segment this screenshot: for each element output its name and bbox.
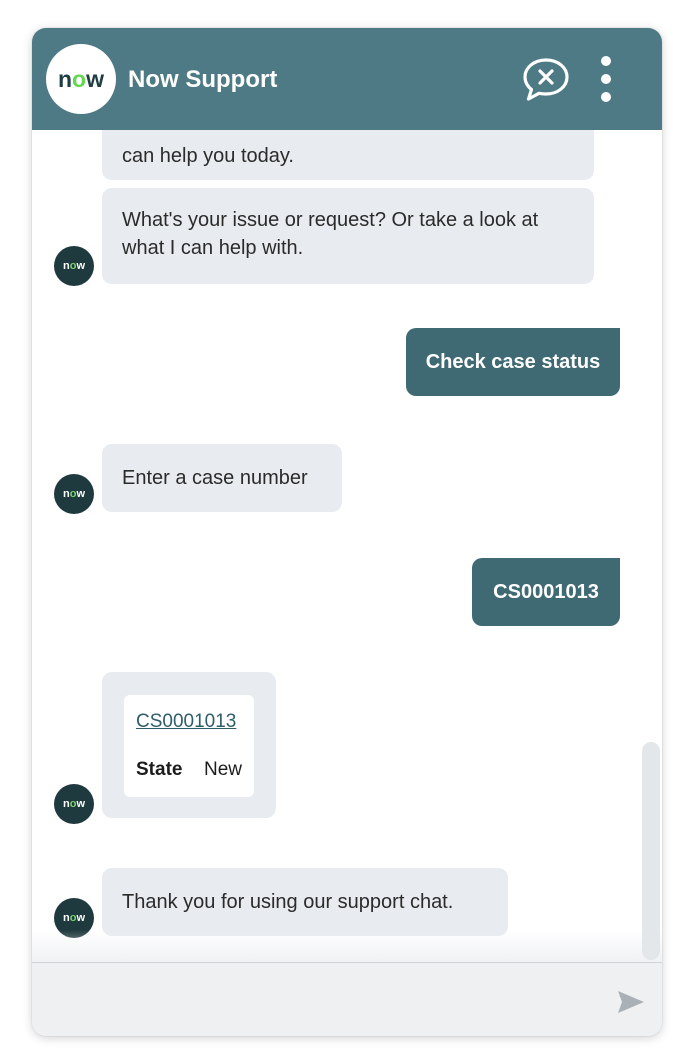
message-text: can help you today. (122, 145, 294, 167)
send-button[interactable] (616, 989, 646, 1015)
message-text: Check case status (425, 350, 601, 373)
bot-avatar: now (54, 246, 94, 286)
avatar-text-n: n (62, 912, 70, 924)
chat-widget: now Now Support can help you today. What… (32, 28, 662, 1036)
message-text: CS0001013 (493, 580, 599, 603)
user-message: CS0001013 (472, 558, 620, 626)
message-input[interactable] (46, 973, 606, 1027)
case-card: CS0001013 State New (124, 695, 254, 797)
message-text: Thank you for using our support chat. (122, 891, 454, 913)
menu-button[interactable] (592, 54, 620, 106)
now-logo: now (46, 44, 116, 114)
bot-message: What's your issue or request? Or take a … (102, 188, 594, 284)
scroll-fade (32, 930, 662, 962)
avatar-text-n: n (62, 798, 70, 810)
logo-text-w: w (86, 65, 104, 92)
avatar-text-w: w (76, 798, 86, 810)
scrollbar-thumb[interactable] (642, 742, 660, 960)
message-composer (32, 962, 662, 1036)
bot-message: Thank you for using our support chat. (102, 868, 508, 936)
message-text: Enter a case number (122, 467, 308, 489)
message-list[interactable]: can help you today. What's your issue or… (32, 130, 662, 962)
bot-message: Enter a case number (102, 444, 342, 512)
avatar-text-w: w (76, 912, 86, 924)
avatar-text-n: n (62, 260, 70, 272)
avatar-text-n: n (62, 488, 70, 500)
user-message: Check case status (406, 328, 620, 396)
logo-text-o: o (72, 65, 87, 92)
send-arrow-icon (618, 991, 644, 1013)
bot-avatar: now (54, 474, 94, 514)
message-text: What's your issue or request? Or take a … (122, 209, 539, 259)
bot-message: can help you today. (102, 130, 594, 180)
vertical-dots-icon (601, 56, 611, 102)
bot-avatar: now (54, 784, 94, 824)
chat-header: now Now Support (32, 28, 662, 130)
logo-text-n: n (57, 65, 73, 92)
chat-title: Now Support (128, 66, 278, 93)
state-value: New (204, 759, 243, 780)
case-number-link[interactable]: CS0001013 (136, 711, 236, 733)
state-label: State (136, 759, 183, 780)
end-chat-button[interactable] (520, 54, 572, 106)
avatar-text-w: w (76, 260, 86, 272)
chat-close-icon (523, 58, 569, 101)
avatar-text-w: w (76, 488, 86, 500)
